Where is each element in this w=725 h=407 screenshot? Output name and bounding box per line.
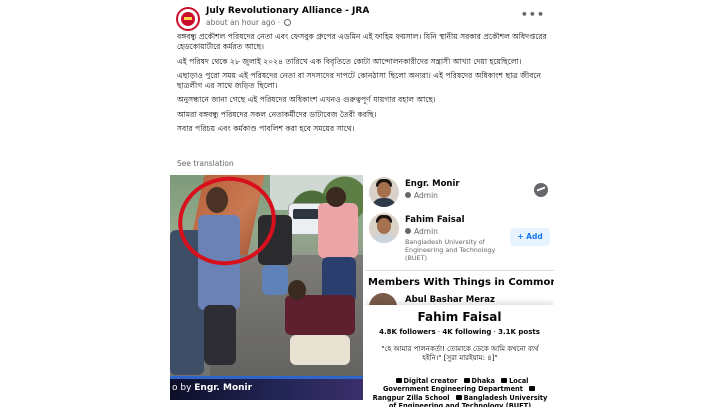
member-role: Admin [405, 227, 438, 236]
page-name-link[interactable]: July Revolutionary Alliance - JRA [206, 6, 369, 16]
see-translation-link[interactable]: See translation [177, 159, 234, 168]
photo-person-middle-legs [262, 265, 288, 295]
photo-person-crouching-legs [290, 335, 350, 365]
caption-name: Engr. Monir [194, 383, 253, 393]
post-time[interactable]: about an hour ago [206, 18, 275, 27]
stat-separator: · [437, 328, 441, 336]
profile-name: Fahim Faisal [417, 310, 502, 324]
jra-logo-icon [181, 12, 195, 26]
section-title: Members With Things in Common [368, 277, 554, 288]
work-icon [501, 378, 508, 383]
school-icon [529, 386, 535, 392]
facebook-post: July Revolutionary Alliance - JRA about … [168, 0, 556, 407]
location-icon [463, 378, 470, 383]
post-photo[interactable]: o by Engr. Monir [170, 175, 363, 400]
profile-stats: 4.8K followers · 4K following · 3.1K pos… [365, 328, 554, 336]
school: Rangpur Zilla School [372, 393, 450, 402]
posts-count: 3.1K posts [498, 328, 540, 336]
profile-screenshot[interactable]: Engr. Monir Admin Fahim Faisal Admin Ban… [365, 175, 554, 407]
photo-caption: o by Engr. Monir [172, 383, 252, 393]
graduation-cap-icon [455, 394, 462, 400]
add-friend-button: + Add [510, 228, 550, 246]
followers-count: 4.8K followers [379, 328, 436, 336]
profile-card: Fahim Faisal 4.8K followers · 4K followi… [365, 305, 554, 407]
post-meta: about an hour ago · [206, 18, 292, 27]
member-name: Abul Bashar Meraz [405, 295, 495, 305]
avatar [369, 213, 399, 243]
add-label: Add [526, 232, 543, 241]
profile-intro: Digital creator Dhaka Local Government E… [369, 377, 551, 407]
globe-icon [284, 19, 292, 26]
admin-icon [405, 228, 411, 234]
add-friend-icon: + [517, 232, 527, 241]
post-paragraph: সবার পরিচয় এবং কর্মকাণ্ড পাবলিশ করা হবে… [177, 124, 355, 134]
divider [365, 270, 554, 271]
post-text: বঙ্গবন্ধু প্রকৌশল পরিষদের নেতা এবং ফেসবু… [177, 32, 549, 138]
post-header: July Revolutionary Alliance - JRA about … [176, 6, 551, 31]
photo-person-crouching [285, 295, 355, 335]
avatar [369, 177, 399, 207]
page-avatar[interactable] [176, 7, 200, 31]
city: Dhaka [471, 377, 495, 385]
briefcase-icon [395, 378, 402, 383]
photo-person-pink-head [326, 187, 346, 207]
member-education: Bangladesh University of Engineering and… [405, 238, 496, 262]
post-paragraph: আমরা বঙ্গবন্ধু পরিষদের সকল নেতাকর্মীদের … [177, 109, 377, 119]
member-name: Engr. Monir [405, 179, 460, 189]
post-paragraph: এই পরিষদ থেকে ২৮ জুলাই ২০২৪ তারিখে এক বি… [177, 56, 522, 66]
occupation: Digital creator [403, 377, 458, 385]
member-row-monir: Engr. Monir Admin [365, 175, 554, 207]
member-role: Admin [405, 191, 438, 200]
following-count: 4K following [442, 328, 492, 336]
admin-icon [405, 192, 411, 198]
photo-person-crouching-head [288, 280, 306, 300]
photo-person-pink-shirt [318, 203, 358, 258]
member-name: Fahim Faisal [405, 215, 465, 225]
messenger-icon [534, 183, 548, 197]
post-paragraph: এছাড়াও পুরো সময় এই পরিষদের নেতা বা সদস… [177, 70, 542, 91]
more-options-icon[interactable]: ••• [521, 8, 545, 21]
post-paragraph: অনুসন্ধানে জানা গেছে এই পরিষদের অধিকাংশ … [177, 95, 436, 105]
post-paragraph: বঙ্গবন্ধু প্রকৌশল পরিষদের নেতা এবং ফেসবু… [177, 32, 547, 52]
meta-separator: · [277, 18, 281, 27]
photo-caption-bar: o by Engr. Monir [170, 376, 363, 400]
caption-prefix: o by [172, 383, 195, 393]
stat-separator: · [493, 328, 496, 336]
photo-person-circled-legs [204, 305, 236, 365]
profile-bio: "হে আমার পালনকর্তা! তোমাকে ডেকে আমি কখনো… [381, 345, 539, 362]
